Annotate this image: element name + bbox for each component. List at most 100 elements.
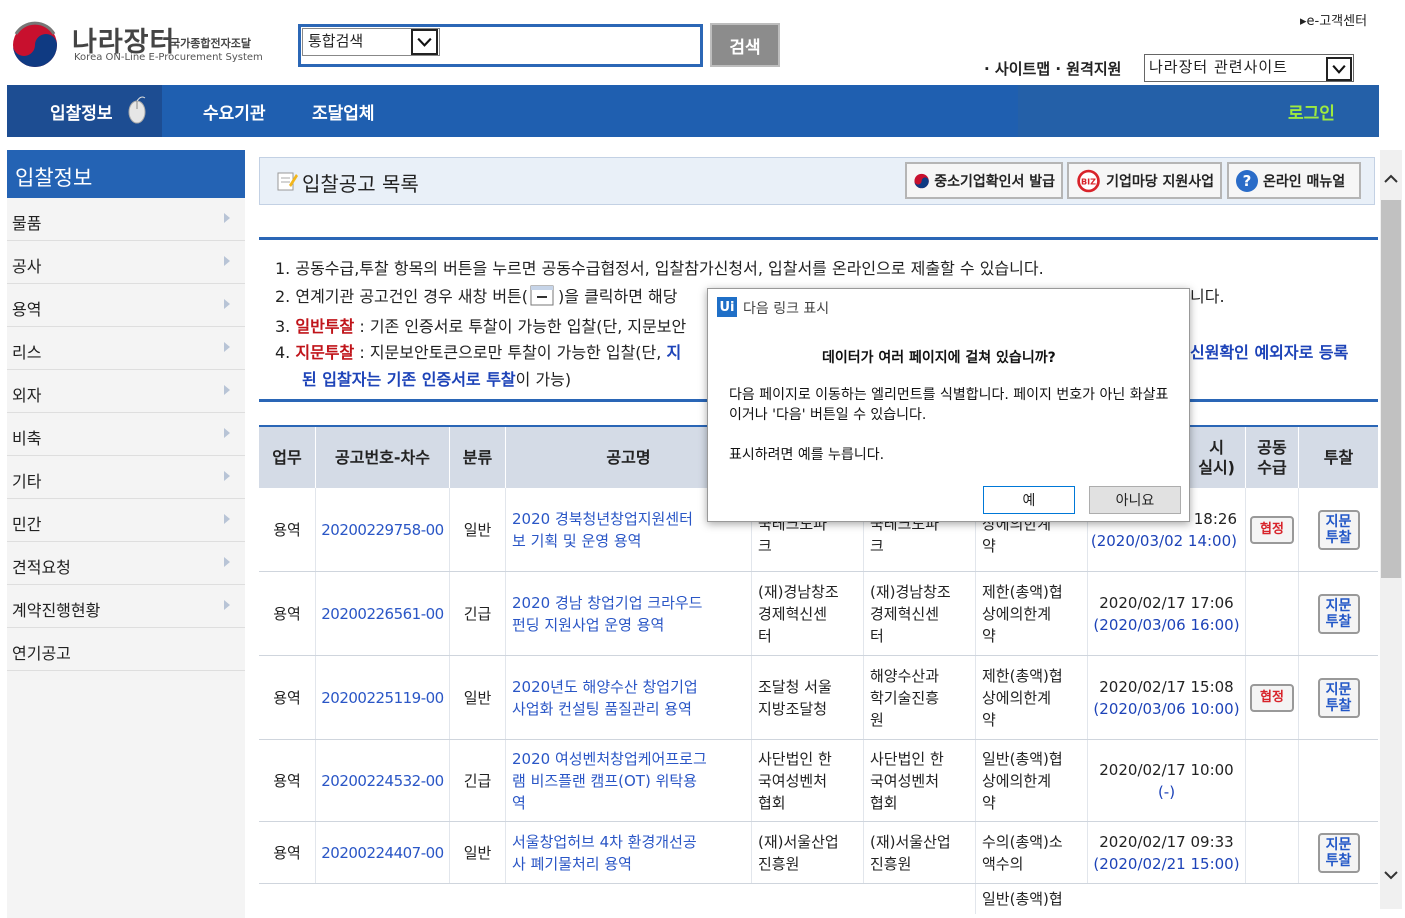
nav-item-demand-agency[interactable]: 수요기관	[203, 99, 266, 124]
notice-title-link[interactable]: 2020 여성벤처창업케어프로그 램 비즈플랜 캠프(OT) 위탁용 역	[505, 740, 751, 821]
title-line: 2020년도 해양수산 창업기업	[512, 677, 698, 696]
org-line: 경제혁신센	[758, 604, 828, 623]
chevron-up-icon[interactable]	[1380, 168, 1402, 190]
taegeuk-logo-icon	[13, 21, 57, 67]
joint-agreement-button[interactable]: 협정	[1250, 683, 1294, 712]
notice-title-link[interactable]: 2020년도 해양수산 창업기업사업화 컨설팅 품질관리 용역	[505, 656, 751, 739]
fingerprint-bid-button[interactable]: 지문 투찰	[1317, 832, 1360, 873]
joint-agreement-button[interactable]: 협정	[1250, 515, 1294, 544]
notice-title-link[interactable]: 2020 경남 창업기업 크라우드 펀딩 지원사업 운영 용역	[505, 572, 751, 655]
org-line: 해양수산과	[870, 666, 940, 685]
nav-item-bid-info[interactable]: 입찰정보	[50, 99, 113, 124]
notice-number-link[interactable]: 20200229758-00	[315, 488, 449, 571]
cell-joint	[1245, 740, 1298, 821]
dialog-body: 다음 페이지로 이동하는 엘리먼트를 식별합니다. 페이지 번호가 아닌 화살표…	[729, 387, 1169, 423]
sidebar-item-label: 계약진행현황	[12, 601, 101, 620]
sidebar-item-stockpile[interactable]: 비축	[7, 413, 245, 456]
notice-number-link[interactable]: 20200226561-00	[315, 572, 449, 655]
cell-demand-org: (재)서울산업진흥원	[863, 822, 975, 883]
fingerprint-bid-button[interactable]: 지문 투찰	[1317, 509, 1360, 550]
notice-top-border	[259, 237, 1378, 240]
mouse-icon	[128, 96, 146, 124]
org-line: 협회	[870, 793, 898, 812]
no-button[interactable]: 아니요	[1089, 486, 1181, 514]
org-line: (재)경남창조	[758, 582, 839, 601]
title-line: 사업화 컨설팅 품질관리 용역	[512, 699, 692, 718]
sidebar-item-label: 견적요청	[12, 558, 71, 577]
nav-item-supplier[interactable]: 조달업체	[312, 99, 375, 124]
sidebar-item-label: 외자	[12, 386, 42, 405]
col-header-notice-no: 공고번호-차수	[315, 427, 449, 488]
org-line: 학기술진흥	[870, 688, 940, 707]
chevron-right-icon	[224, 256, 230, 266]
online-manual-button[interactable]: ? 온라인 매뉴얼	[1227, 162, 1361, 199]
org-line: 원	[870, 710, 884, 729]
org-line: 진흥원	[870, 854, 912, 873]
org-line: (재)서울산업	[758, 832, 839, 851]
sitemap-remote-links[interactable]: · 사이트맵 · 원격지원	[984, 58, 1121, 79]
chevron-right-icon	[224, 600, 230, 610]
cell-contract: 일반(총액)협	[975, 884, 1087, 914]
notice-number-link[interactable]: 20200224407-00	[315, 822, 449, 883]
contract-line: 약	[982, 537, 996, 555]
customer-center-link[interactable]: ▸e-고객센터	[1300, 10, 1367, 29]
login-button[interactable]: 로그인	[1288, 99, 1335, 124]
notice-number-link[interactable]: 20200225119-00	[315, 656, 449, 739]
fingerprint-bid-button[interactable]: 지문 투찰	[1317, 593, 1360, 634]
notice-line-4-tail: 신원확인 예외자로 등록	[1190, 343, 1349, 362]
sidebar-item-goods[interactable]: 물품	[7, 198, 245, 241]
notice-title-link[interactable]: 서울창업허브 4차 환경개선공 사 폐기물처리 용역	[505, 822, 751, 883]
sidebar-item-lease[interactable]: 리스	[7, 327, 245, 370]
notice-num: 4.	[275, 343, 296, 362]
contract-line: 일반(총액)협	[982, 749, 1063, 768]
notice-line-3: 3. 일반투찰 : 기존 인증서로 투찰이 가능한 입찰(단, 지문보안	[275, 313, 686, 337]
notice-line-2: 2. 연계기관 공고건인 경우 새창 버튼()을 클릭하면 해당	[275, 283, 678, 308]
logo-subtitle: 국가종합전자조달	[170, 37, 251, 50]
general-bid-label: 일반투찰	[295, 317, 355, 336]
bizinfo-button[interactable]: BIZ 기업마당 지원사업	[1067, 162, 1222, 199]
sidebar-item-postponed[interactable]: 연기공고	[7, 628, 245, 671]
chevron-down-icon[interactable]	[1326, 57, 1352, 81]
fingerprint-bid-button[interactable]: 지문 투찰	[1317, 677, 1360, 718]
sidebar-item-quote-request[interactable]: 견적요청	[7, 542, 245, 585]
sidebar-item-label: 연기공고	[12, 644, 71, 663]
date-posted: 2020/02/17 17:06	[1099, 593, 1234, 612]
sme-certificate-button[interactable]: 중소기업확인서 발급	[905, 162, 1063, 199]
cell-datetime: 2020/02/17 17:06 (2020/03/06 16:00)	[1087, 572, 1245, 655]
search-type-label: 통합검색	[308, 32, 364, 50]
sidebar-item-other[interactable]: 기타	[7, 456, 245, 499]
cell-contract: 수의(총액)소 액수의	[975, 822, 1087, 883]
sidebar-item-private[interactable]: 민간	[7, 499, 245, 542]
scrollbar-thumb[interactable]	[1381, 200, 1401, 578]
chevron-right-icon	[224, 428, 230, 438]
dialog-question: 데이터가 여러 페이지에 걸쳐 있습니까?	[822, 350, 1056, 366]
cell-contract: 일반(총액)협 상에의한계 약	[975, 740, 1087, 821]
notice-number-link[interactable]: 20200224532-00	[315, 740, 449, 821]
cell-org: (재)서울산업 진흥원	[751, 822, 863, 883]
notice-text: 2. 연계기관 공고건인 경우 새창 버튼(	[275, 287, 529, 306]
sidebar-item-construction[interactable]: 공사	[7, 241, 245, 284]
sidebar-item-label: 민간	[12, 515, 42, 534]
dialog-instruction: 표시하려면 예를 누릅니다.	[729, 447, 885, 463]
cell-org: 조달청 서울 지방조달청	[751, 656, 863, 739]
sidebar-item-contract-status[interactable]: 계약진행현황	[7, 585, 245, 628]
yes-button[interactable]: 예	[983, 486, 1075, 514]
contract-line: 제한(총액)협	[982, 666, 1063, 685]
cell-work: 용역	[273, 604, 301, 623]
sidebar-item-foreign[interactable]: 외자	[7, 370, 245, 413]
chevron-right-icon	[224, 213, 230, 223]
table-row: 일반(총액)협	[259, 884, 1378, 914]
cell-contract: 제한(총액)협 상에의한계 약	[975, 656, 1087, 739]
date-deadline: (-)	[1157, 782, 1176, 801]
notice-line-5: 된 입찰자는 기존 인증서로 투찰이 가능)	[302, 366, 571, 390]
chevron-down-icon[interactable]	[411, 29, 438, 55]
title-line: 2020 경남 창업기업 크라우드	[512, 593, 703, 612]
chevron-down-icon[interactable]	[1380, 864, 1402, 886]
logo-english: Korea ON-Line E-Procurement System	[74, 52, 263, 63]
cell-datetime: 2020/02/17 10:00 (-)	[1087, 740, 1245, 821]
search-button[interactable]: 검색	[710, 23, 780, 67]
cell-joint	[1245, 572, 1298, 655]
title-line: 역	[512, 793, 526, 812]
sidebar-item-service[interactable]: 용역	[7, 284, 245, 327]
org-line: (재)서울산업	[870, 832, 951, 851]
